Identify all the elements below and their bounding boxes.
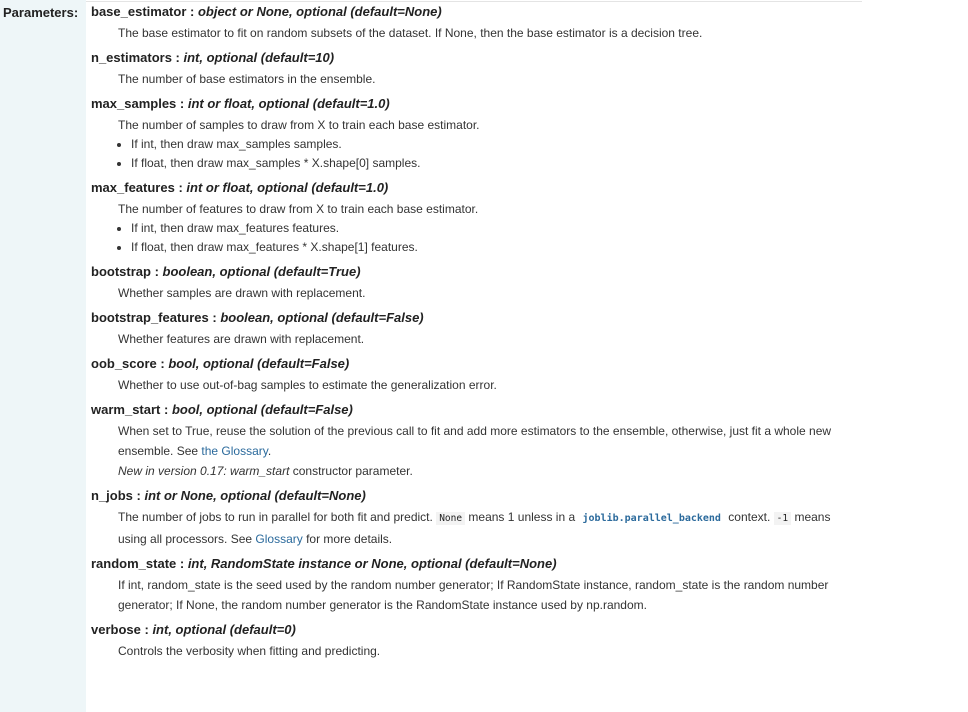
param-name: bootstrap_features: [91, 310, 209, 325]
param-description: Whether features are drawn with replacem…: [118, 329, 851, 349]
description-text: Controls the verbosity when fitting and …: [118, 644, 381, 658]
param-title: random_state : int, RandomState instance…: [91, 556, 557, 571]
param-name: max_samples: [91, 96, 177, 111]
param-description: The number of features to draw from X to…: [118, 199, 851, 257]
param-description: Whether samples are drawn with replaceme…: [118, 283, 851, 303]
description-text: context.: [724, 510, 774, 524]
param-type: boolean, optional (default=False): [220, 310, 424, 325]
param-title: oob_score : bool, optional (default=Fals…: [91, 356, 350, 371]
param-title: max_features : int or float, optional (d…: [91, 180, 389, 195]
param-bootstrap-features: bootstrap_features : boolean, optional (…: [91, 309, 851, 349]
param-name: n_estimators: [91, 50, 172, 65]
param-type: int or float, optional (default=1.0): [187, 96, 390, 111]
param-name: oob_score: [91, 356, 157, 371]
param-description: Whether to use out-of-bag samples to est…: [118, 375, 851, 395]
param-description: When set to True, reuse the solution of …: [118, 421, 851, 481]
version-added: New in version 0.17: warm_start: [118, 464, 290, 478]
param-description: The number of jobs to run in parallel fo…: [118, 507, 851, 549]
description-text: .: [267, 444, 272, 458]
description-text: The number of jobs to run in parallel fo…: [118, 507, 851, 549]
parameters-label: Parameters:: [3, 5, 79, 20]
param-max-samples: max_samples : int or float, optional (de…: [91, 95, 851, 173]
param-bootstrap: bootstrap : boolean, optional (default=T…: [91, 263, 851, 303]
param-title: bootstrap_features : boolean, optional (…: [91, 310, 424, 325]
param-base-estimator: base_estimator : object or None, optiona…: [91, 3, 851, 43]
param-name: warm_start: [91, 402, 161, 417]
param-name: random_state: [91, 556, 177, 571]
code-minus-one: -1: [773, 512, 792, 525]
glossary-link[interactable]: the Glossary: [201, 444, 267, 458]
param-random-state: random_state : int, RandomState instance…: [91, 555, 851, 615]
description-text: The number of samples to draw from X to …: [118, 118, 480, 132]
param-title: n_estimators : int, optional (default=10…: [91, 50, 335, 65]
description-text: When set to True, reuse the solution of …: [118, 421, 851, 461]
param-type: bool, optional (default=False): [171, 402, 353, 417]
param-title: verbose : int, optional (default=0): [91, 622, 296, 637]
param-oob-score: oob_score : bool, optional (default=Fals…: [91, 355, 851, 395]
description-text: The number of features to draw from X to…: [118, 202, 479, 216]
param-n-estimators: n_estimators : int, optional (default=10…: [91, 49, 851, 89]
param-description: The base estimator to fit on random subs…: [118, 23, 851, 43]
param-type: int or float, optional (default=1.0): [186, 180, 389, 195]
param-description: The number of samples to draw from X to …: [118, 115, 851, 173]
description-text: means 1 unless in a: [465, 510, 579, 524]
param-name: bootstrap: [91, 264, 151, 279]
param-name: verbose: [91, 622, 141, 637]
description-text: Whether samples are drawn with replaceme…: [118, 286, 366, 300]
description-text: Whether features are drawn with replacem…: [118, 332, 365, 346]
description-text: If int, random_state is the seed used by…: [118, 578, 829, 612]
bullet-list: If int, then draw max_features features.…: [118, 219, 851, 257]
parameter-list: base_estimator : object or None, optiona…: [91, 3, 851, 667]
param-title: max_samples : int or float, optional (de…: [91, 96, 390, 111]
param-title: bootstrap : boolean, optional (default=T…: [91, 264, 361, 279]
divider: [86, 1, 862, 2]
param-type: int, optional (default=0): [152, 622, 296, 637]
glossary-link[interactable]: Glossary: [255, 532, 302, 546]
code-none: None: [436, 512, 466, 525]
param-name: max_features: [91, 180, 175, 195]
field-label-column: Parameters:: [0, 0, 86, 712]
list-item: If int, then draw max_samples samples.: [131, 135, 851, 154]
param-warm-start: warm_start : bool, optional (default=Fal…: [91, 401, 851, 481]
param-title: base_estimator : object or None, optiona…: [91, 4, 442, 19]
param-description: Controls the verbosity when fitting and …: [118, 641, 851, 661]
param-type: object or None, optional (default=None): [197, 4, 442, 19]
list-item: If float, then draw max_features * X.sha…: [131, 238, 851, 257]
bullet-list: If int, then draw max_samples samples. I…: [118, 135, 851, 173]
description-text: The number of base estimators in the ens…: [118, 72, 376, 86]
description-text: for more details.: [302, 532, 393, 546]
param-max-features: max_features : int or float, optional (d…: [91, 179, 851, 257]
param-type: boolean, optional (default=True): [162, 264, 361, 279]
note-text: constructor parameter.: [289, 464, 413, 478]
param-description: If int, random_state is the seed used by…: [118, 575, 851, 615]
joblib-backend-link[interactable]: joblib.parallel_backend: [578, 513, 724, 524]
param-type: int or None, optional (default=None): [144, 488, 366, 503]
param-type: bool, optional (default=False): [168, 356, 350, 371]
param-type: int, RandomState instance or None, optio…: [187, 556, 557, 571]
version-note: New in version 0.17: warm_start construc…: [118, 461, 851, 481]
description-text: The number of jobs to run in parallel fo…: [118, 510, 437, 524]
param-name: base_estimator: [91, 4, 187, 19]
param-type: int, optional (default=10): [183, 50, 335, 65]
parameters-section: Parameters: base_estimator : object or N…: [0, 0, 968, 712]
description-text: Whether to use out-of-bag samples to est…: [118, 378, 497, 392]
description-text: The base estimator to fit on random subs…: [118, 26, 703, 40]
param-name: n_jobs: [91, 488, 133, 503]
param-title: warm_start : bool, optional (default=Fal…: [91, 402, 353, 417]
list-item: If float, then draw max_samples * X.shap…: [131, 154, 851, 173]
param-title: n_jobs : int or None, optional (default=…: [91, 488, 366, 503]
param-n-jobs: n_jobs : int or None, optional (default=…: [91, 487, 851, 549]
param-verbose: verbose : int, optional (default=0) Cont…: [91, 621, 851, 661]
param-description: The number of base estimators in the ens…: [118, 69, 851, 89]
list-item: If int, then draw max_features features.: [131, 219, 851, 238]
